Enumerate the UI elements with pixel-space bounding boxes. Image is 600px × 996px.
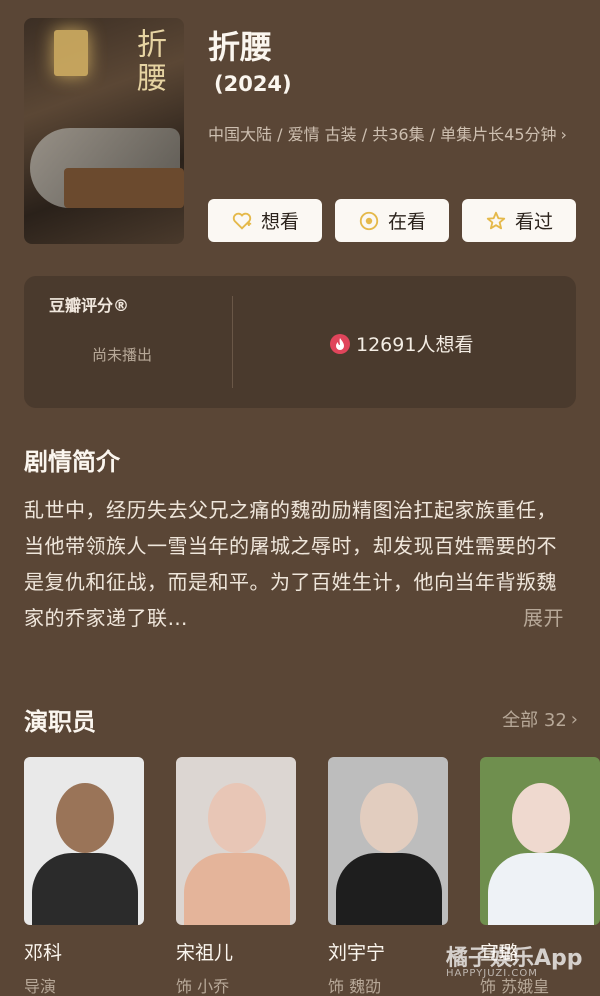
movie-title: 折腰 — [208, 28, 273, 66]
synopsis-heading: 剧情简介 — [24, 448, 120, 476]
chevron-right-icon: › — [570, 708, 578, 730]
cast-all-link[interactable]: 全部 32 › — [502, 706, 578, 732]
watched-label: 看过 — [514, 211, 553, 233]
target-icon — [358, 210, 380, 232]
cast-role: 饰 魏劭 — [328, 977, 382, 996]
synopsis-body: 乱世中，经历失去父兄之痛的魏劭励精图治扛起家族重任，当他带领族人一雪当年的屠城之… — [24, 498, 557, 630]
poster-title: 折腰 — [131, 28, 166, 96]
cast-name: 刘宇宁 — [328, 942, 386, 964]
cast-name: 邓科 — [24, 942, 63, 964]
want-count: 12691人想看 — [330, 330, 473, 357]
cast-name: 宋祖儿 — [176, 942, 234, 964]
rating-divider — [232, 296, 233, 388]
cast-card[interactable]: 宋祖儿 饰 小乔 — [176, 757, 296, 996]
fire-icon — [330, 333, 350, 354]
cast-card[interactable]: 邓科 导演 — [24, 757, 144, 996]
movie-poster[interactable]: 折腰 — [24, 18, 184, 244]
cast-all-label: 全部 32 — [502, 710, 567, 731]
want-label: 想看 — [260, 211, 299, 233]
avatar — [328, 757, 448, 925]
watching-button[interactable]: 在看 — [335, 199, 449, 242]
cast-heading: 演职员 — [24, 708, 96, 736]
movie-year: (2024) — [214, 72, 292, 96]
want-to-watch-button[interactable]: 想看 — [208, 199, 322, 242]
cast-role: 饰 小乔 — [176, 977, 230, 996]
watched-button[interactable]: 看过 — [462, 199, 576, 242]
meta-text: 中国大陆 / 爱情 古装 / 共36集 / 单集片长45分钟 — [208, 125, 557, 144]
movie-meta[interactable]: 中国大陆 / 爱情 古装 / 共36集 / 单集片长45分钟 › — [208, 120, 578, 149]
want-count-text: 12691人想看 — [356, 334, 474, 356]
expand-link[interactable]: 展开 — [523, 600, 564, 636]
avatar — [176, 757, 296, 925]
watching-label: 在看 — [387, 211, 426, 233]
chevron-right-icon: › — [560, 125, 567, 144]
rating-status: 尚未播出 — [92, 346, 153, 364]
cast-role: 导演 — [24, 977, 57, 996]
cast-card[interactable]: 刘宇宁 饰 魏劭 — [328, 757, 448, 996]
rating-label: 豆瓣评分® — [49, 296, 130, 315]
poster-lamp — [54, 30, 88, 76]
poster-table — [64, 168, 184, 208]
heart-plus-icon — [231, 210, 253, 232]
avatar — [24, 757, 144, 925]
star-icon — [485, 210, 507, 232]
synopsis-text[interactable]: 乱世中，经历失去父兄之痛的魏劭励精图治扛起家族重任，当他带领族人一雪当年的屠城之… — [24, 492, 570, 636]
rating-card[interactable]: 豆瓣评分® 尚未播出 12691人想看 — [24, 276, 576, 408]
avatar — [480, 757, 600, 925]
watermark-sub: HAPPYJUZI.COM — [446, 968, 538, 979]
